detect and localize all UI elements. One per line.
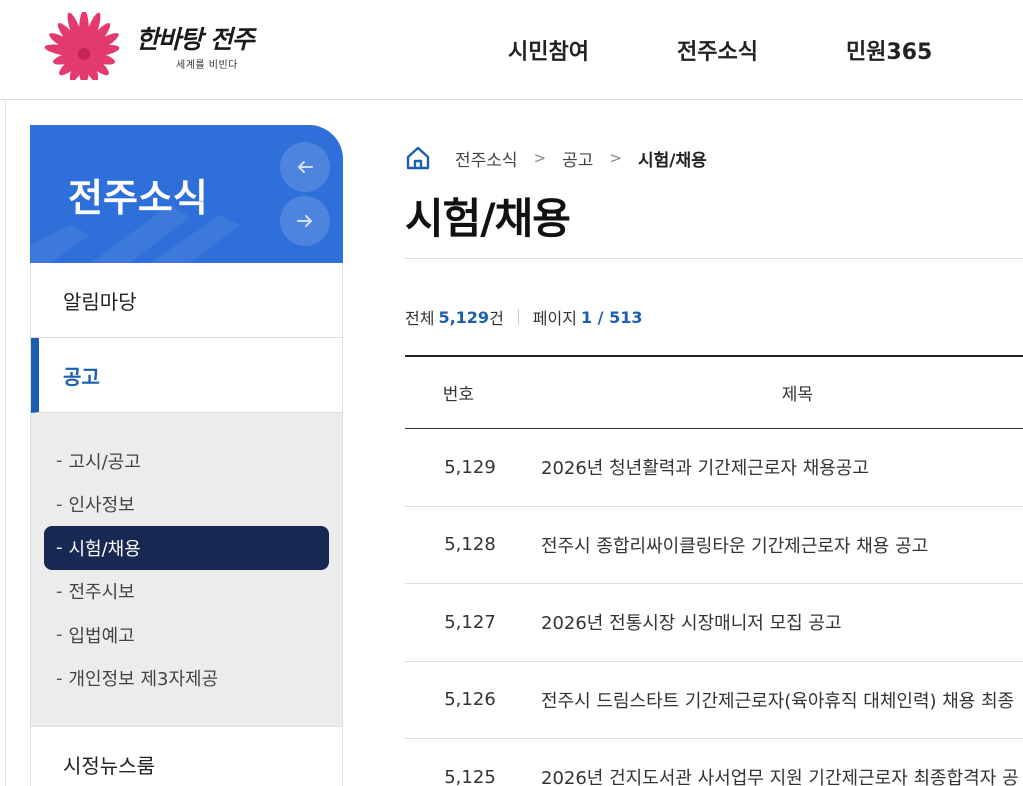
dash-marker: - — [56, 580, 63, 602]
row-title-link[interactable]: 2026년 건지도서관 사서업무 지원 기간제근로자 최종합격자 공 — [535, 764, 1019, 786]
table-row[interactable]: 5,128 전주시 종합리싸이클링타운 기간제근로자 채용 공고 — [405, 507, 1023, 584]
sidebar: 전주소식 알림마당 공고 - 고시/공고 - 인사정보 - 시험/채용 - 전주시보 -… — [30, 125, 343, 786]
logo-slogan: 세계를 비빈다 — [176, 60, 238, 71]
submenu-item-personnel[interactable]: - 인사정보 — [44, 483, 329, 527]
total-count: 5,129 — [438, 307, 490, 327]
submenu-item-label: 인사정보 — [68, 495, 135, 517]
column-header-title: 제목 — [781, 385, 813, 405]
nav-item-civil-365[interactable]: 민원365 — [846, 34, 932, 66]
submenu-item-notice[interactable]: - 고시/공고 — [44, 439, 329, 483]
site-header: 한바탕 전주 세계를 비빈다 시민참여 전주소식 민원365 — [0, 0, 1023, 100]
chevron-right-icon: > — [609, 149, 622, 167]
breadcrumb-home[interactable] — [405, 145, 431, 171]
sidebar-prev-button[interactable] — [280, 142, 330, 192]
sidebar-next-button[interactable] — [280, 196, 330, 246]
table-header: 번호 제목 — [405, 357, 1023, 429]
sidebar-title: 전주소식 — [68, 176, 208, 220]
total-label: 전체 — [405, 309, 435, 328]
breadcrumb: 전주소식 > 공고 > 시험/채용 — [405, 145, 707, 171]
page-edge-line — [5, 0, 6, 786]
page-label: 페이지 — [532, 309, 577, 328]
row-title-link[interactable]: 전주시 종합리싸이클링타운 기간제근로자 채용 공고 — [535, 532, 928, 558]
sidebar-item-newsroom[interactable]: 시정뉴스룸 — [31, 727, 342, 786]
sidebar-submenu: - 고시/공고 - 인사정보 - 시험/채용 - 전주시보 - 입법예고 - 개인정보 제3… — [31, 413, 342, 727]
home-icon — [406, 146, 430, 170]
sidebar-header: 전주소식 — [30, 125, 343, 263]
table-row[interactable]: 5,126 전주시 드림스타트 기간제근로자(육아휴직 대체인력) 채용 최종 — [405, 662, 1023, 739]
submenu-item-legislation[interactable]: - 입법예고 — [44, 613, 329, 657]
table-row[interactable]: 5,125 2026년 건지도서관 사서업무 지원 기간제근로자 최종합격자 공 — [405, 739, 1023, 786]
global-nav: 시민참여 전주소식 민원365 — [508, 34, 932, 66]
dash-marker: - — [56, 450, 63, 472]
arrow-right-icon — [297, 215, 312, 227]
table-row[interactable]: 5,127 2026년 전통시장 시장매니저 모집 공고 — [405, 584, 1023, 662]
submenu-item-label: 전주시보 — [68, 582, 135, 604]
total-unit: 건 — [489, 309, 504, 328]
page-indicator: 1 / 513 — [580, 307, 643, 327]
arrow-left-icon — [298, 161, 313, 173]
breadcrumb-item[interactable]: 전주소식 — [455, 146, 518, 171]
row-number: 5,126 — [444, 689, 496, 711]
posts-table: 번호 제목 5,129 2026년 청년활력과 기간제근로자 채용공고 5,12… — [405, 355, 1023, 786]
row-number: 5,128 — [444, 534, 496, 556]
page-title: 시험/채용 — [405, 194, 571, 243]
nav-item-citizen-participation[interactable]: 시민참여 — [508, 34, 589, 66]
dash-marker: - — [56, 624, 63, 646]
breadcrumb-item[interactable]: 공고 — [562, 146, 593, 171]
flower-logo-icon — [44, 12, 120, 80]
row-title-link[interactable]: 2026년 청년활력과 기간제근로자 채용공고 — [535, 454, 869, 480]
summary-divider — [517, 309, 519, 325]
submenu-item-label: 개인정보 제3자제공 — [68, 669, 219, 691]
row-number: 5,129 — [444, 456, 496, 478]
submenu-item-city-gazette[interactable]: - 전주시보 — [44, 570, 329, 614]
chevron-right-icon: > — [533, 149, 547, 167]
list-summary: 전체 5,129 건 페이지 1 / 513 — [405, 305, 642, 329]
submenu-item-privacy-third-party[interactable]: - 개인정보 제3자제공 — [44, 657, 329, 701]
row-title-link[interactable]: 전주시 드림스타트 기간제근로자(육아휴직 대체인력) 채용 최종 — [535, 687, 1014, 713]
title-divider — [405, 258, 1023, 259]
sidebar-item-notice-board[interactable]: 알림마당 — [31, 263, 342, 338]
nav-item-jeonju-news[interactable]: 전주소식 — [677, 34, 758, 66]
sidebar-item-announcement[interactable]: 공고 — [31, 338, 342, 413]
row-title-link[interactable]: 2026년 전통시장 시장매니저 모집 공고 — [535, 609, 842, 635]
logo-wordmark: 한바탕 전주 — [136, 25, 255, 54]
dash-marker: - — [56, 537, 63, 559]
row-number: 5,125 — [444, 766, 496, 786]
submenu-item-recruitment[interactable]: - 시험/채용 — [44, 526, 329, 570]
submenu-item-label: 고시/공고 — [68, 451, 141, 473]
submenu-item-label: 입법예고 — [68, 625, 135, 647]
column-header-number: 번호 — [442, 385, 474, 405]
dash-marker: - — [56, 667, 63, 689]
sidebar-menu: 알림마당 공고 - 고시/공고 - 인사정보 - 시험/채용 - 전주시보 - 입법예고 … — [30, 263, 343, 786]
row-number: 5,127 — [444, 611, 496, 633]
submenu-item-label: 시험/채용 — [68, 538, 141, 560]
breadcrumb-current: 시험/채용 — [638, 150, 707, 171]
site-logo[interactable]: 한바탕 전주 세계를 비빈다 — [44, 12, 259, 80]
dash-marker: - — [56, 493, 63, 515]
table-row[interactable]: 5,129 2026년 청년활력과 기간제근로자 채용공고 — [405, 429, 1023, 507]
